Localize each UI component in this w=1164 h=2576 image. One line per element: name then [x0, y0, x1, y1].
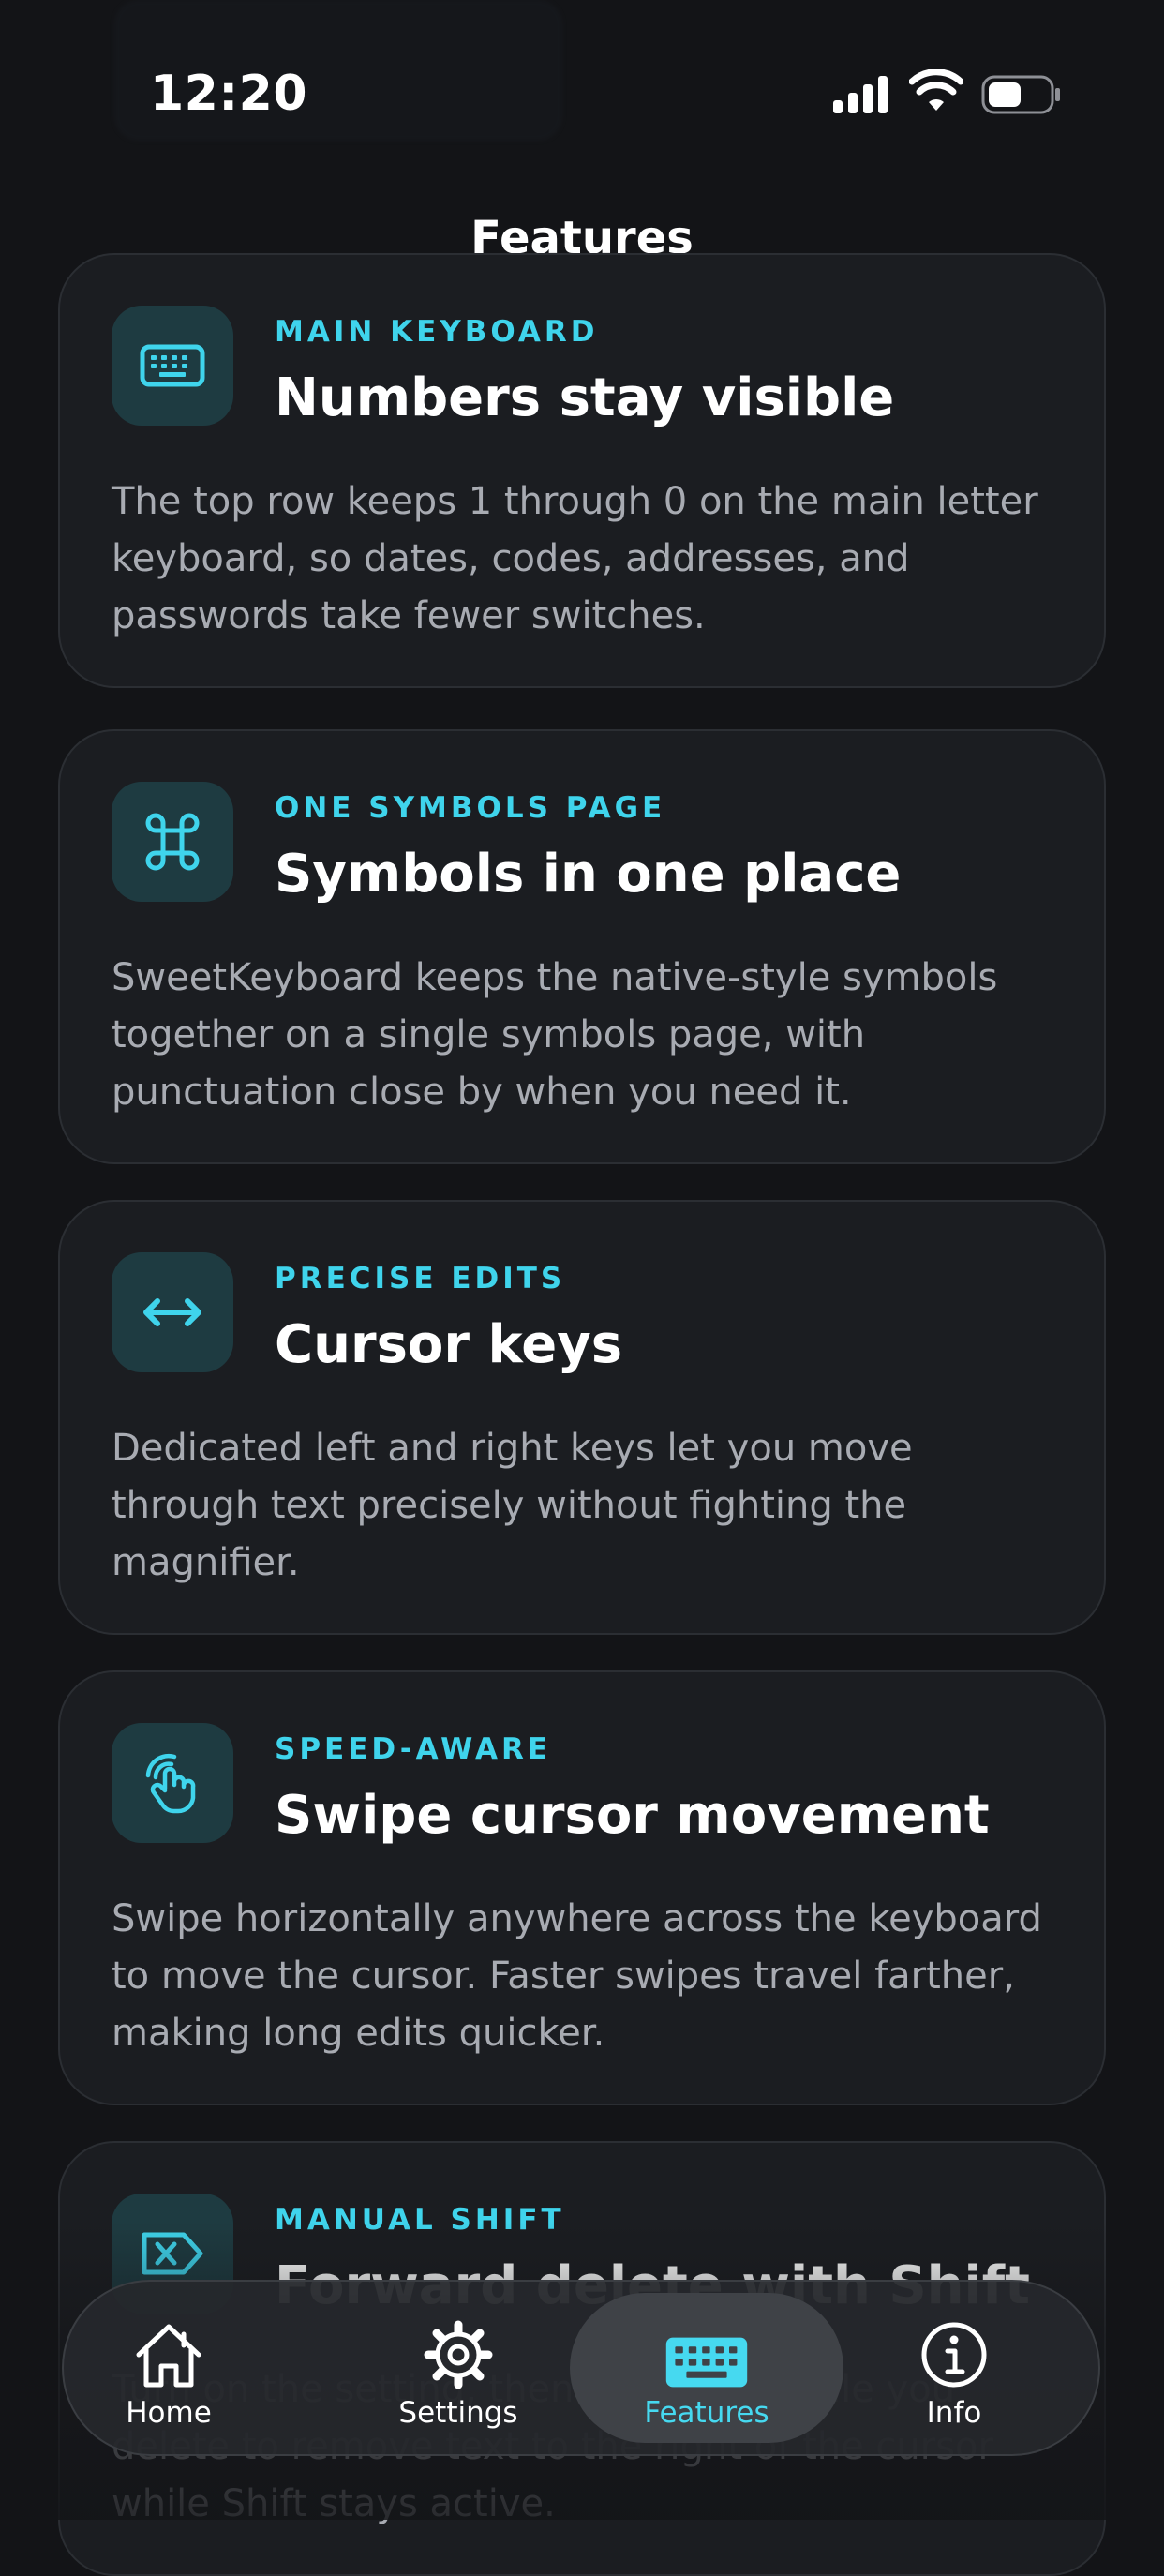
- tab-label: Features: [644, 2396, 769, 2430]
- info-icon: [921, 2322, 987, 2388]
- feature-description: SweetKeyboard keeps the native-style sym…: [112, 956, 998, 1114]
- feature-title: Symbols in one place: [275, 844, 902, 905]
- feature-icon-tile: [112, 306, 233, 426]
- keyboard-icon: [140, 344, 205, 387]
- feature-eyebrow: ONE SYMBOLS PAGE: [275, 791, 666, 825]
- cellular-signal-icon: [833, 76, 888, 113]
- gear-icon: [424, 2320, 493, 2389]
- status-bar: 12:20: [0, 0, 1164, 187]
- feature-description: Swipe horizontally anywhere across the k…: [112, 1897, 1042, 2055]
- feature-card-numbers: MAIN KEYBOARD Numbers stay visible The t…: [58, 253, 1106, 688]
- status-time: 12:20: [150, 66, 308, 122]
- feature-eyebrow: PRECISE EDITS: [275, 1262, 566, 1295]
- left-right-arrow-icon: [143, 1298, 201, 1326]
- tab-bar: Home Settings Features Info: [62, 2280, 1100, 2456]
- feature-icon-tile: [112, 1723, 233, 1843]
- tab-label: Settings: [398, 2396, 518, 2430]
- tab-settings[interactable]: Settings: [390, 2282, 527, 2454]
- feature-card-symbols: ONE SYMBOLS PAGE Symbols in one place Sw…: [58, 729, 1106, 1164]
- tab-info[interactable]: Info: [907, 2282, 1001, 2454]
- feature-description: Dedicated left and right keys let you mo…: [112, 1427, 913, 1584]
- feature-title: Swipe cursor movement: [275, 1785, 990, 1846]
- tab-features[interactable]: Features: [570, 2293, 843, 2443]
- feature-card-cursor-keys: PRECISE EDITS Cursor keys Dedicated left…: [58, 1200, 1106, 1635]
- tab-home[interactable]: Home: [112, 2282, 225, 2454]
- keyboard-icon: [665, 2337, 748, 2388]
- feature-title: Numbers stay visible: [275, 367, 895, 428]
- feature-eyebrow: MAIN KEYBOARD: [275, 315, 599, 349]
- tab-label: Info: [926, 2396, 982, 2430]
- hand-swipe-icon: [145, 1753, 196, 1814]
- wifi-icon: [909, 69, 963, 111]
- tab-label: Home: [126, 2396, 212, 2430]
- home-icon: [136, 2324, 201, 2388]
- forward-delete-icon: [142, 2232, 203, 2275]
- battery-icon: [981, 75, 1060, 114]
- feature-description: The top row keeps 1 through 0 on the mai…: [112, 480, 1038, 637]
- feature-eyebrow: MANUAL SHIFT: [275, 2203, 565, 2237]
- feature-card-swipe-cursor: SPEED-AWARE Swipe cursor movement Swipe …: [58, 1670, 1106, 2105]
- feature-title: Cursor keys: [275, 1314, 623, 1375]
- feature-icon-tile: [112, 782, 233, 902]
- feature-icon-tile: [112, 1252, 233, 1372]
- command-icon: [145, 813, 200, 871]
- feature-eyebrow: SPEED-AWARE: [275, 1732, 552, 1766]
